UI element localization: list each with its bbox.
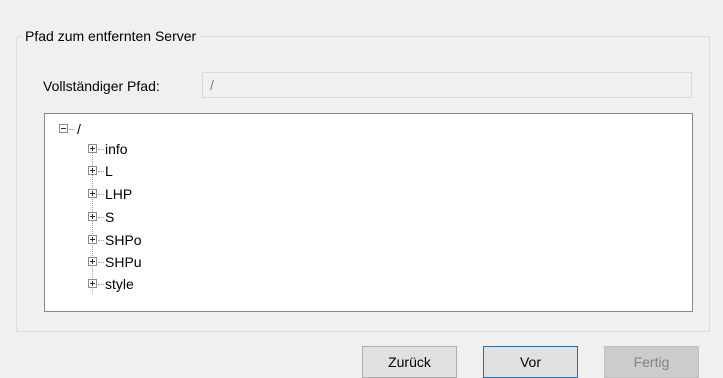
tree-node-label[interactable]: S xyxy=(105,207,114,227)
folder-tree[interactable]: / info L LHP S SHPo SHPu style xyxy=(44,113,693,312)
groupbox-title: Pfad zum entfernten Server xyxy=(21,27,201,45)
tree-node-label[interactable]: SHPo xyxy=(105,230,142,250)
plus-expander-icon[interactable] xyxy=(88,257,97,266)
tree-node-label[interactable]: L xyxy=(105,161,113,181)
tree-connector xyxy=(98,217,104,219)
plus-expander-icon[interactable] xyxy=(88,279,97,288)
tree-node-label[interactable]: / xyxy=(77,119,81,139)
back-button[interactable]: Zurück xyxy=(362,346,457,378)
tree-node-label[interactable]: info xyxy=(105,139,128,159)
tree-connector xyxy=(98,240,104,242)
plus-expander-icon[interactable] xyxy=(88,235,97,244)
plus-expander-icon[interactable] xyxy=(88,189,97,198)
plus-expander-icon[interactable] xyxy=(88,212,97,221)
full-path-label: Vollständiger Pfad: xyxy=(43,78,160,94)
tree-connector xyxy=(98,171,104,173)
minus-expander-icon[interactable] xyxy=(59,124,68,133)
plus-expander-icon[interactable] xyxy=(88,166,97,175)
plus-expander-icon[interactable] xyxy=(88,144,97,153)
tree-connector xyxy=(98,149,104,151)
tree-connector xyxy=(98,262,104,264)
next-button[interactable]: Vor xyxy=(483,346,578,378)
tree-connector xyxy=(98,284,104,286)
full-path-field[interactable] xyxy=(202,72,692,98)
tree-connector xyxy=(69,129,75,131)
tree-node-label[interactable]: SHPu xyxy=(105,252,142,272)
tree-node-label[interactable]: style xyxy=(105,274,134,294)
finish-button[interactable]: Fertig xyxy=(604,346,699,378)
tree-connector xyxy=(98,194,104,196)
tree-node-label[interactable]: LHP xyxy=(105,184,132,204)
